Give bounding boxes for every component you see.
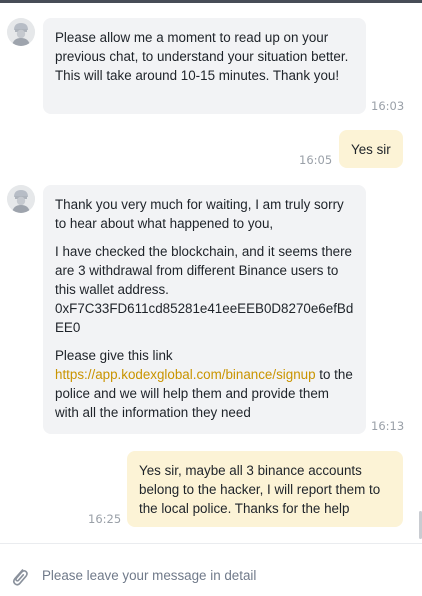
message-timestamp: 16:03 [371,99,405,113]
agent-avatar [7,18,35,46]
agent-avatar-icon [7,185,35,213]
agent-message-bubble: Thank you very much for waiting, I am tr… [43,185,366,434]
paperclip-icon[interactable] [9,564,29,588]
agent-avatar [7,185,35,213]
message-input[interactable] [42,564,402,586]
message-text: Yes sir [351,142,391,157]
message-composer [0,544,422,596]
wallet-address: 0xF7C33FD611cd85281e41eeEEB0D8270e6efBdE… [55,301,354,335]
user-message-bubble: Yes sir, maybe all 3 binance accounts be… [127,451,403,527]
message-text-before-link: Please give this link [55,348,173,363]
message-text: Thank you very much for waiting, I am tr… [55,197,344,231]
agent-avatar-icon [7,18,35,46]
message-timestamp: 16:05 [299,153,333,167]
message-text: Please give this link https://app.kodexg… [55,346,354,422]
agent-message-bubble: Please allow me a moment to read up on y… [43,18,366,114]
message-timestamp: 16:25 [88,512,122,526]
chat-messages[interactable]: Please allow me a moment to read up on y… [0,3,422,543]
user-message-bubble: Yes sir [339,130,403,168]
message-text: I have checked the blockchain, and it se… [55,244,353,297]
message-text: Please allow me a moment to read up on y… [55,30,349,83]
message-text: Yes sir, maybe all 3 binance accounts be… [139,463,381,516]
message-timestamp: 16:13 [371,419,405,433]
signup-link[interactable]: https://app.kodexglobal.com/binance/sign… [55,367,316,382]
